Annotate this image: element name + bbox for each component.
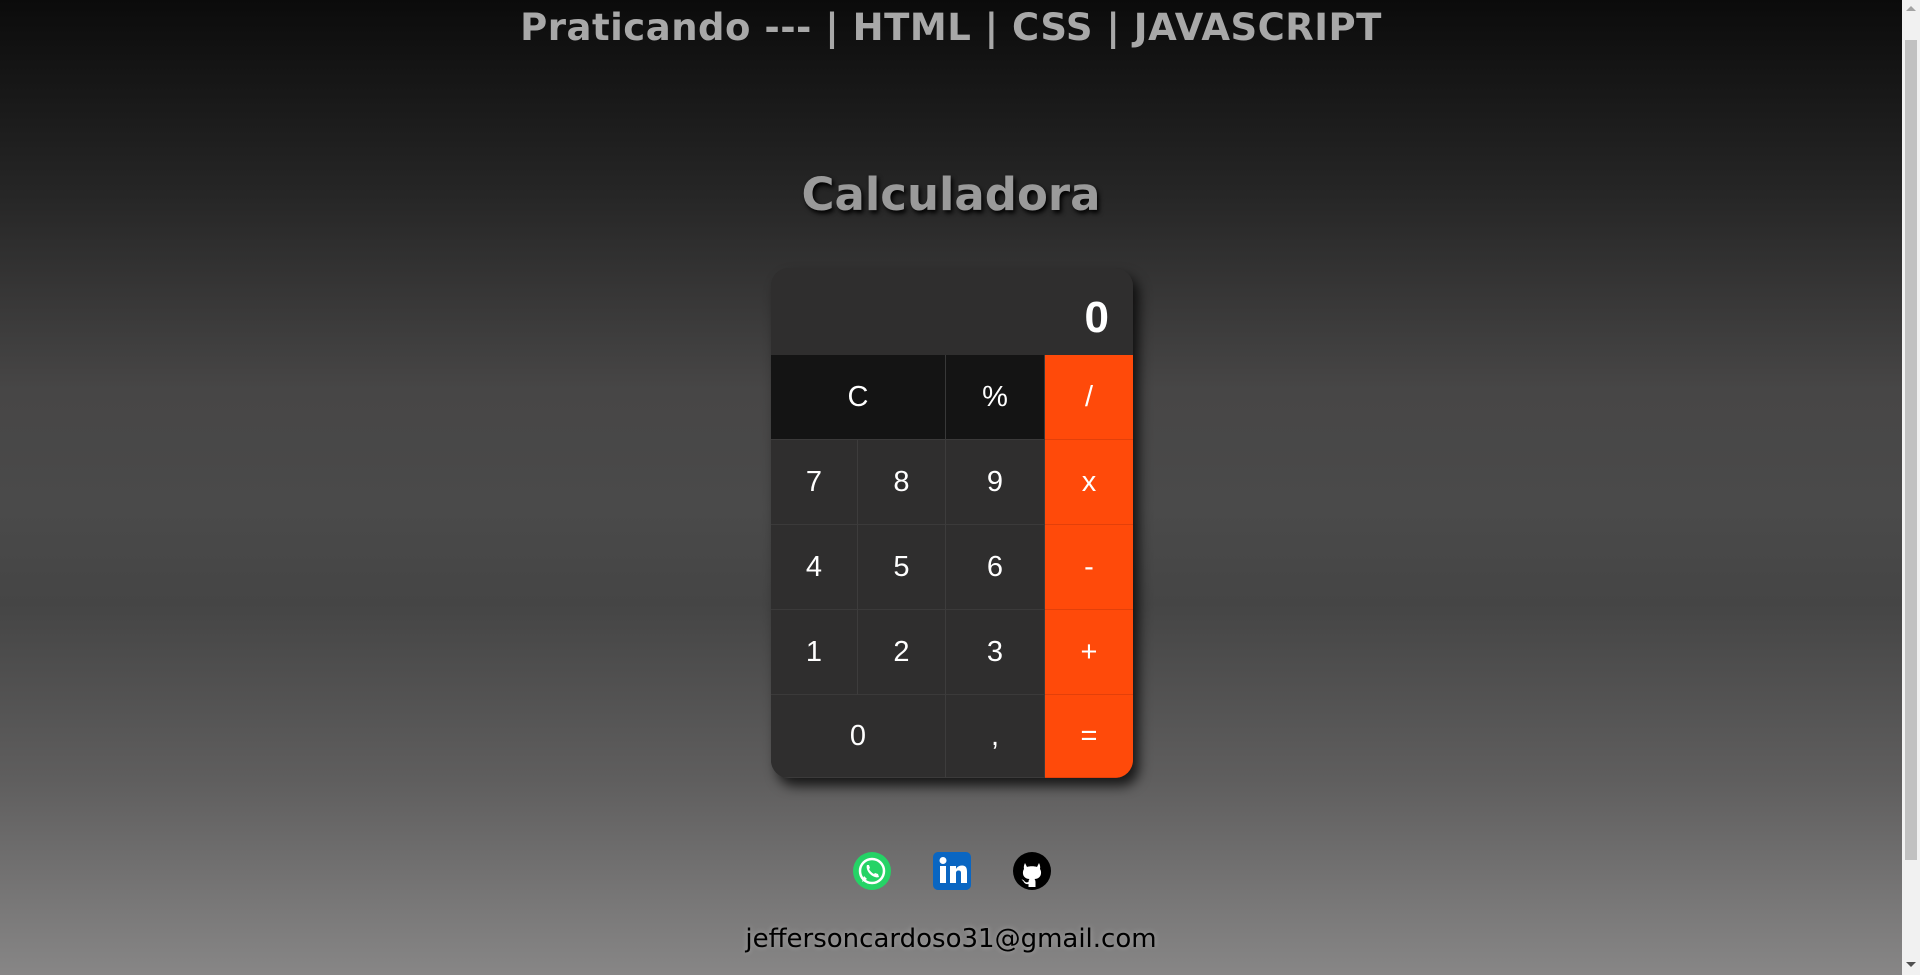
digit-8-button[interactable]: 8: [858, 440, 946, 525]
percent-button[interactable]: %: [946, 355, 1045, 440]
scrollbar-thumb[interactable]: [1905, 40, 1917, 860]
digit-7-button[interactable]: 7: [771, 440, 858, 525]
digit-6-button[interactable]: 6: [946, 525, 1045, 610]
linkedin-icon[interactable]: [931, 850, 973, 892]
contact-email[interactable]: jeffersoncardoso31@gmail.com: [0, 924, 1902, 954]
add-button[interactable]: +: [1045, 610, 1133, 695]
multiply-button[interactable]: x: [1045, 440, 1133, 525]
github-icon-graphic: [1013, 852, 1051, 890]
calculator: 0 C % / 7 8 9 x 4 5 6 - 1 2 3 + 0 , =: [771, 268, 1133, 778]
page-header-title: Praticando --- | HTML | CSS | JAVASCRIPT: [520, 6, 1382, 49]
scrollbar[interactable]: [1902, 0, 1920, 975]
clear-button[interactable]: C: [771, 355, 946, 440]
comma-button[interactable]: ,: [946, 695, 1045, 778]
digit-3-button[interactable]: 3: [946, 610, 1045, 695]
calculator-display: 0: [771, 268, 1133, 355]
scroll-up-icon[interactable]: [1906, 6, 1916, 11]
digit-0-button[interactable]: 0: [771, 695, 946, 778]
calculator-title: Calculadora: [801, 168, 1101, 221]
linkedin-icon-graphic: [933, 852, 971, 890]
digit-4-button[interactable]: 4: [771, 525, 858, 610]
whatsapp-icon-graphic: [853, 852, 891, 890]
scroll-down-icon[interactable]: [1906, 962, 1916, 967]
digit-2-button[interactable]: 2: [858, 610, 946, 695]
digit-5-button[interactable]: 5: [858, 525, 946, 610]
digit-1-button[interactable]: 1: [771, 610, 858, 695]
divide-button[interactable]: /: [1045, 355, 1133, 440]
subtract-button[interactable]: -: [1045, 525, 1133, 610]
digit-9-button[interactable]: 9: [946, 440, 1045, 525]
github-icon[interactable]: [1011, 850, 1053, 892]
whatsapp-icon[interactable]: [851, 850, 893, 892]
equals-button[interactable]: =: [1045, 695, 1133, 778]
